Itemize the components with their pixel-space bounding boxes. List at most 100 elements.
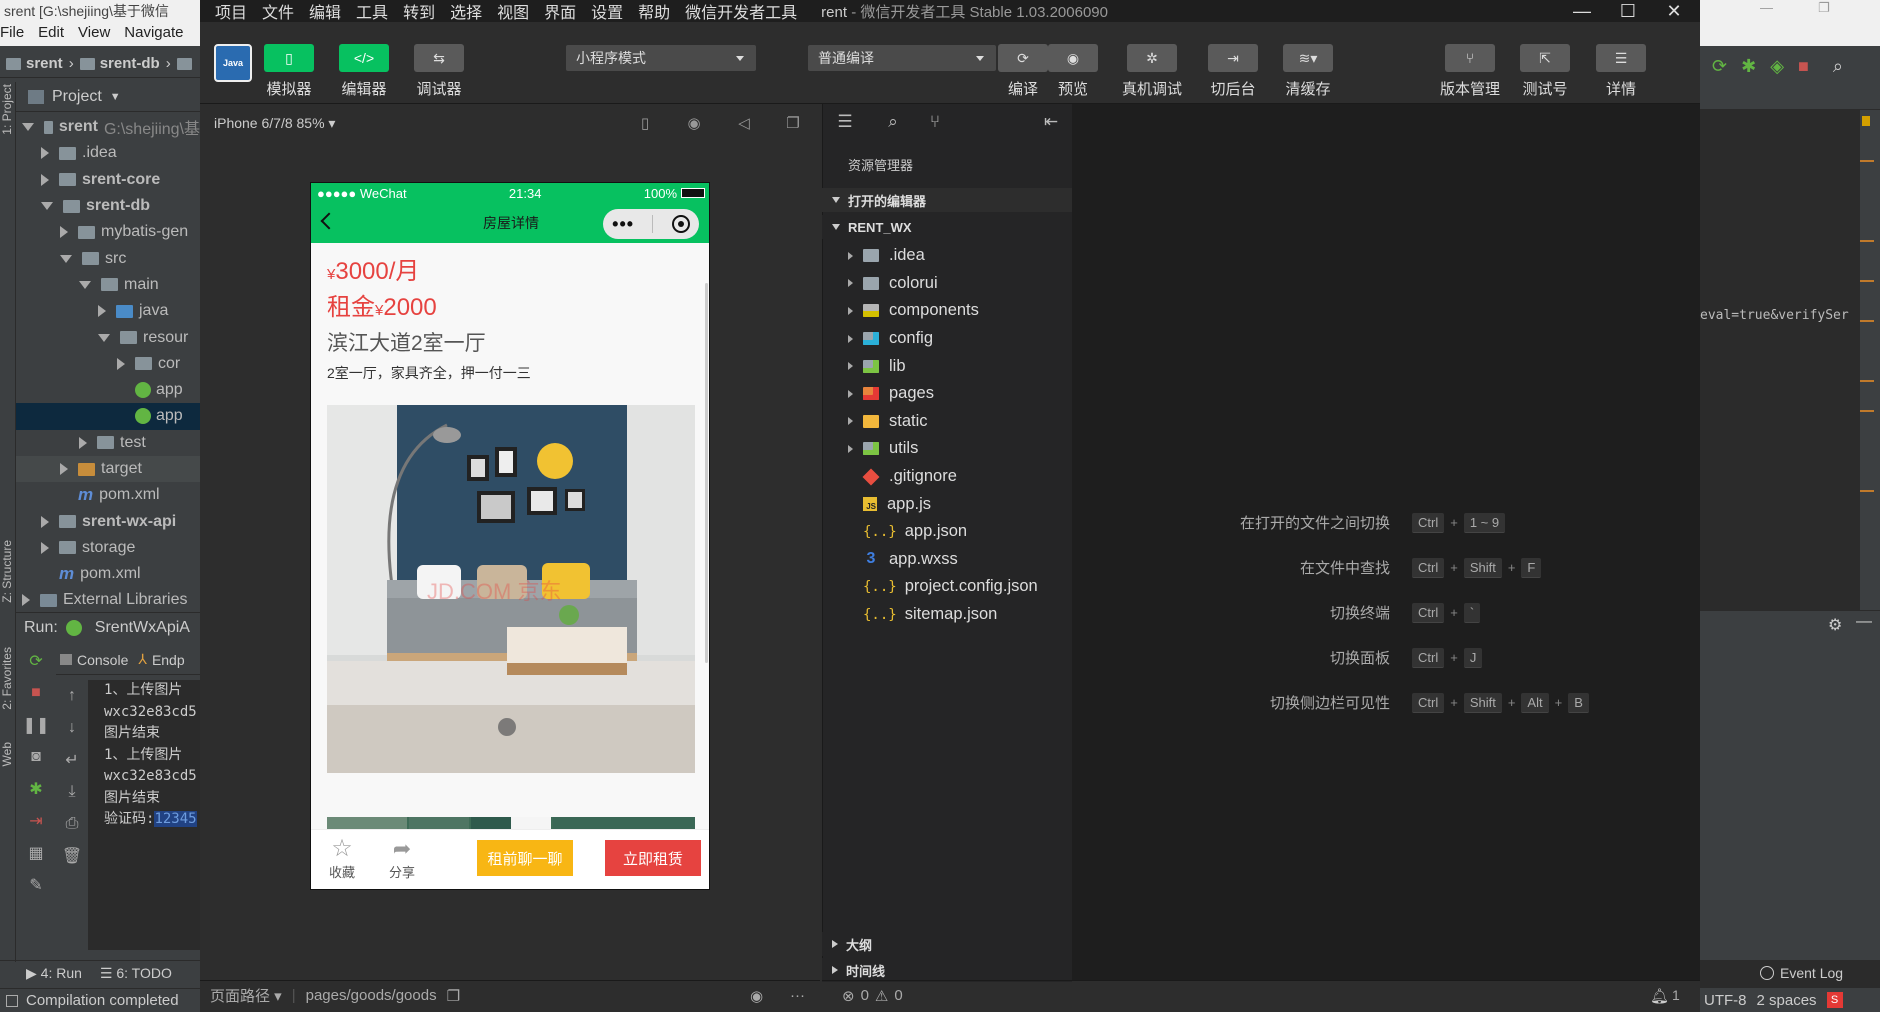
- bell-icon[interactable]: 🔔︎: [1650, 987, 1669, 1005]
- editor-button[interactable]: </> 编辑器: [339, 44, 389, 99]
- tab-todo[interactable]: ☰ 6: TODO: [100, 965, 172, 982]
- chevron-right-icon[interactable]: [41, 515, 49, 528]
- trash-icon[interactable]: 🗑: [56, 840, 88, 872]
- maximize-icon[interactable]: ☐: [1606, 0, 1650, 22]
- page-path-select[interactable]: 页面路径 ▾: [210, 985, 282, 1006]
- file-item[interactable]: 3 app.wxss: [822, 546, 1072, 574]
- menu-navigate[interactable]: Navigate: [124, 24, 183, 46]
- menu-goto[interactable]: 转到: [403, 0, 435, 23]
- more-icon[interactable]: •••: [612, 214, 634, 235]
- folder-item[interactable]: config: [822, 325, 1072, 353]
- source-control-icon[interactable]: ⑂: [924, 112, 946, 134]
- breadcrumb-srent-db[interactable]: srent-db: [79, 55, 160, 72]
- menu-edit[interactable]: Edit: [38, 24, 64, 46]
- rent-now-button[interactable]: 立即租赁: [605, 840, 701, 876]
- stop-icon[interactable]: ■: [16, 677, 56, 709]
- record-icon[interactable]: ◉: [685, 116, 703, 132]
- capsule-menu[interactable]: •••: [603, 209, 699, 239]
- tree-node[interactable]: app: [16, 403, 200, 430]
- run-config-name[interactable]: SrentWxApiA: [95, 619, 190, 637]
- menu-edit[interactable]: 编辑: [309, 0, 341, 23]
- file-item[interactable]: .gitignore: [822, 463, 1072, 491]
- tab-endpoints[interactable]: ⅄ Endp: [138, 651, 184, 668]
- coverage-icon[interactable]: ◈: [1770, 56, 1784, 77]
- tree-node[interactable]: test: [16, 430, 200, 456]
- menu-settings[interactable]: 设置: [591, 0, 623, 23]
- close-icon[interactable]: ✕: [1652, 0, 1696, 22]
- back-arrow-icon[interactable]: [320, 212, 338, 230]
- exit-icon[interactable]: ⇥: [16, 805, 56, 837]
- tab-web[interactable]: Web: [0, 742, 14, 766]
- chevron-right-icon[interactable]: [41, 147, 49, 160]
- tree-node[interactable]: srent G:\shejiing\基: [16, 114, 200, 140]
- chevron-right-icon[interactable]: [60, 463, 68, 475]
- minimize-icon[interactable]: —: [1560, 0, 1604, 22]
- arrow-up-icon[interactable]: ↑: [56, 680, 88, 712]
- event-log-button[interactable]: Event Log: [1760, 960, 1880, 986]
- tab-favorites[interactable]: 2: Favorites: [0, 647, 14, 710]
- tree-node[interactable]: srent-wx-api: [16, 508, 200, 534]
- scroll-end-icon[interactable]: ⤓: [56, 776, 88, 808]
- chevron-right-icon[interactable]: [41, 173, 49, 186]
- pin-icon[interactable]: ✎: [16, 869, 56, 901]
- breadcrumb-srent[interactable]: srent: [6, 55, 63, 72]
- tab-run[interactable]: ▶ 4: Run: [26, 965, 82, 982]
- close-mini-program-icon[interactable]: [671, 215, 690, 233]
- volume-icon[interactable]: ◁: [735, 116, 753, 132]
- chevron-right-icon[interactable]: [41, 541, 49, 554]
- tab-console[interactable]: Console: [60, 652, 128, 668]
- minimize-icon[interactable]: —: [1760, 0, 1773, 15]
- copy-icon[interactable]: ❐: [447, 987, 460, 1005]
- clear-cache-button[interactable]: ≋▾ 清缓存: [1283, 44, 1333, 99]
- tree-node[interactable]: srent-core: [16, 167, 200, 193]
- folder-item[interactable]: components: [822, 297, 1072, 325]
- menu-view[interactable]: View: [78, 24, 110, 46]
- file-item[interactable]: {..} sitemap.json: [822, 601, 1072, 629]
- folder-item[interactable]: lib: [822, 352, 1072, 380]
- menu-select[interactable]: 选择: [450, 0, 482, 23]
- gear-icon[interactable]: ⚙: [1828, 615, 1842, 635]
- list-icon[interactable]: ☰: [834, 112, 856, 134]
- avatar[interactable]: Java: [214, 44, 252, 82]
- device-select[interactable]: iPhone 6/7/8 85% ▾: [214, 115, 335, 132]
- rerun-icon[interactable]: ⟳: [16, 645, 56, 677]
- eye-icon[interactable]: ◉: [750, 987, 763, 1005]
- encoding-status[interactable]: UTF-8: [1704, 992, 1747, 1009]
- folder-item[interactable]: .idea: [822, 242, 1072, 270]
- folder-item[interactable]: colorui: [822, 270, 1072, 298]
- tree-node[interactable]: External Libraries: [16, 587, 200, 613]
- more-icon[interactable]: ···: [790, 987, 805, 1004]
- compile-mode-select[interactable]: 普通编译: [808, 45, 996, 71]
- chevron-right-icon[interactable]: [98, 305, 106, 318]
- detach-window-icon[interactable]: ❐: [784, 116, 802, 132]
- favorite-button[interactable]: ☆ 收藏: [329, 836, 355, 881]
- background-button[interactable]: ⇥ 切后台: [1208, 44, 1258, 99]
- console-output[interactable]: 1、上传图片 wxc32e83cd5 图片结束 1、上传图片 wxc32e83c…: [88, 680, 200, 950]
- real-device-debug-button[interactable]: ✲ 真机调试: [1122, 44, 1182, 99]
- menu-project[interactable]: 项目: [215, 0, 247, 23]
- tree-node[interactable]: srent-db: [16, 193, 200, 219]
- chevron-down-icon[interactable]: [41, 202, 53, 211]
- tab-structure[interactable]: Z: Structure: [0, 540, 14, 603]
- menu-interface[interactable]: 界面: [544, 0, 576, 23]
- menu-view[interactable]: 视图: [497, 0, 529, 23]
- folder-item[interactable]: utils: [822, 435, 1072, 463]
- chevron-right-icon[interactable]: [79, 436, 87, 449]
- arrow-down-icon[interactable]: ↓: [56, 712, 88, 744]
- folder-item[interactable]: pages: [822, 380, 1072, 408]
- problems-status[interactable]: ⊗ 0 ⚠ 0: [822, 980, 1072, 1010]
- tree-node[interactable]: target: [16, 455, 200, 483]
- folder-item[interactable]: static: [822, 408, 1072, 436]
- timeline-section[interactable]: 时间线: [822, 958, 1072, 982]
- menu-file[interactable]: 文件: [262, 0, 294, 23]
- simulator-button[interactable]: ▯ 模拟器: [264, 44, 314, 99]
- search-icon[interactable]: ⌕: [1833, 56, 1843, 77]
- menu-tools[interactable]: 工具: [356, 0, 388, 23]
- search-icon[interactable]: ⌕: [882, 112, 904, 134]
- project-section[interactable]: RENT_WX: [822, 215, 1072, 239]
- compile-button[interactable]: ⟳ 编译: [998, 44, 1048, 99]
- tab-project[interactable]: 1: Project: [0, 84, 14, 135]
- tree-node[interactable]: m pom.xml: [16, 561, 200, 587]
- chevron-down-icon[interactable]: [22, 123, 34, 132]
- indent-status[interactable]: 2 spaces: [1757, 992, 1817, 1009]
